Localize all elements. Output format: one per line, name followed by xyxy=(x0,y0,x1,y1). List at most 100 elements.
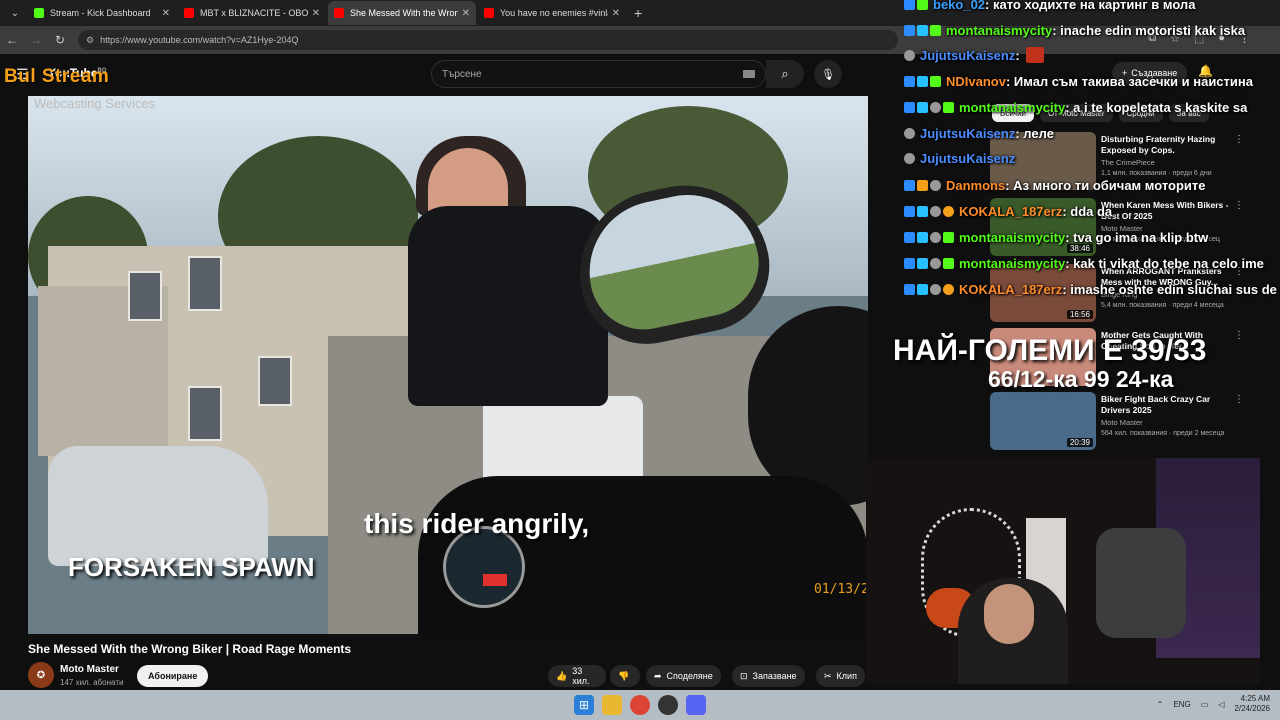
chat-text: : като ходихте на картинг в мола xyxy=(985,0,1196,12)
bookmark-icon: ⊡ xyxy=(740,670,748,681)
windows-start-icon[interactable]: ⊞ xyxy=(574,695,594,715)
video-player[interactable]: this rider angrily, FORSAKEN SPAWN 01/13… xyxy=(28,96,868,634)
badge-icon xyxy=(917,231,928,243)
share-button[interactable]: ➦ Споделяне xyxy=(646,665,721,687)
voice-search-button[interactable]: 🎙 xyxy=(814,60,842,88)
tab-oborot[interactable]: MBT x BLIZNACITE - OBOROT! ✕ xyxy=(178,1,326,25)
search-placeholder: Търсене xyxy=(442,68,482,80)
chrome-icon[interactable] xyxy=(630,695,650,715)
chat-message: JujutsuKaisenz : леле xyxy=(904,123,1054,143)
tab-vinland[interactable]: You have no enemies #vinland ✕ xyxy=(478,1,626,25)
close-icon[interactable]: ✕ xyxy=(312,8,320,19)
more-options-icon[interactable]: ⋮ xyxy=(1234,330,1244,341)
tray-chevron-icon[interactable]: ⌃ xyxy=(1157,700,1164,709)
chat-text: : Аз много ти обичам моторите xyxy=(1005,177,1206,193)
more-options-icon[interactable]: ⋮ xyxy=(1234,200,1244,211)
suggested-title[interactable]: Biker Fight Back Crazy Car Drivers 2025 xyxy=(1101,394,1231,416)
youtube-icon xyxy=(184,8,194,18)
close-icon[interactable]: ✕ xyxy=(462,8,470,19)
chat-username: JujutsuKaisenz xyxy=(920,125,1016,141)
close-icon[interactable]: ✕ xyxy=(612,8,620,19)
clock[interactable]: 4:25 AM 2/24/2026 xyxy=(1234,694,1270,714)
badge-icon xyxy=(904,75,915,87)
tab-current-video[interactable]: She Messed With the Wrong Bi ✕ xyxy=(328,1,476,25)
more-options-icon[interactable]: ⋮ xyxy=(1234,394,1244,405)
tab-title: She Messed With the Wrong Bi xyxy=(350,8,458,18)
like-button[interactable]: 👍 33 хил. xyxy=(548,665,606,687)
video-duration: 16:56 xyxy=(1066,310,1093,319)
clip-button[interactable]: ✂ Клип xyxy=(816,665,865,687)
volume-icon[interactable]: ◁ xyxy=(1218,700,1224,709)
dislike-button[interactable]: 👎 xyxy=(610,665,640,687)
discord-icon[interactable] xyxy=(686,695,706,715)
clock-time: 4:25 AM xyxy=(1240,694,1270,703)
suggested-title[interactable]: When Karen Mess With Bikers - Best Of 20… xyxy=(1101,200,1231,222)
tab-search-icon[interactable]: ⌄ xyxy=(4,3,26,23)
obs-icon[interactable] xyxy=(658,695,678,715)
suggested-channel[interactable]: Moto Master xyxy=(1101,418,1143,427)
emote-icon xyxy=(1025,47,1044,63)
save-button[interactable]: ⊡ Запазване xyxy=(732,665,805,687)
badge-icon xyxy=(917,257,928,269)
suggested-channel[interactable]: The CrimePiece xyxy=(1101,158,1155,167)
suggested-video[interactable]: 20:39 Biker Fight Back Crazy Car Drivers… xyxy=(990,392,1280,450)
bulstream-watermark: Bul Stream xyxy=(4,66,110,87)
badge-icon xyxy=(930,179,941,191)
chat-message: KOKALA_187erz : dda da xyxy=(904,201,1112,221)
clock-date: 2/24/2026 xyxy=(1234,704,1270,713)
reload-icon[interactable]: ↻ xyxy=(48,33,72,47)
chat-message: NDIvanov : Имал съм такива засечки и наи… xyxy=(904,71,1253,91)
chat-text: : inache edin motoristi kak iska xyxy=(1052,22,1246,38)
language-indicator[interactable]: ENG xyxy=(1173,700,1190,709)
network-icon[interactable]: ▭ xyxy=(1201,700,1209,709)
video-woman-body xyxy=(408,206,608,406)
new-tab-button[interactable]: + xyxy=(634,5,642,21)
badge-icon xyxy=(930,24,941,36)
chat-username: KOKALA_187erz xyxy=(959,281,1063,297)
video-duration: 20:39 xyxy=(1066,438,1093,447)
badge-icon xyxy=(930,205,941,217)
search-input[interactable]: Търсене xyxy=(431,60,766,88)
windows-taskbar: ⊞ ⌃ ENG ▭ ◁ 4:25 AM 2/24/2026 xyxy=(0,690,1280,720)
video-title: She Messed With the Wrong Biker | Road R… xyxy=(28,642,352,656)
house-window xyxy=(188,256,222,311)
badge-icon xyxy=(917,179,928,191)
video-thumbnail[interactable]: 20:39 xyxy=(990,392,1096,450)
keyboard-icon[interactable] xyxy=(743,70,755,78)
url-field[interactable]: ⚙ https://www.youtube.com/watch?v=AZ1Hye… xyxy=(78,30,898,50)
chat-message: beko_02 : като ходихте на картинг в мола xyxy=(904,0,1195,14)
kick-icon xyxy=(34,8,44,18)
chat-message: montanaismycity : tva go ima na klip btw xyxy=(904,227,1208,247)
forward-icon[interactable]: → xyxy=(24,33,48,47)
file-explorer-icon[interactable] xyxy=(602,695,622,715)
chat-username: JujutsuKaisenz xyxy=(920,47,1016,63)
search-button[interactable]: ⌕ xyxy=(766,60,804,88)
house-window xyxy=(128,271,162,321)
badge-icon xyxy=(917,75,928,87)
video-gauge-light xyxy=(483,574,507,586)
suggested-title[interactable]: Disturbing Fraternity Hazing Exposed by … xyxy=(1101,134,1231,156)
chat-message: montanaismycity : kak ti vikat do tebe n… xyxy=(904,253,1264,273)
site-info-icon[interactable]: ⚙ xyxy=(86,35,94,46)
badge-icon xyxy=(904,231,915,243)
suggested-meta: 5,4 млн. показвания · преди 4 месеца xyxy=(1101,302,1224,309)
channel-avatar[interactable]: ✪ xyxy=(28,662,54,688)
channel-name[interactable]: Moto Master xyxy=(60,664,119,675)
chat-text: : dda da xyxy=(1062,203,1113,219)
back-icon[interactable]: ← xyxy=(0,33,24,47)
subscribe-button[interactable]: Абониране xyxy=(137,665,209,687)
tab-title: MBT x BLIZNACITE - OBOROT! xyxy=(200,8,308,18)
tab-kick-dashboard[interactable]: Stream - Kick Dashboard ✕ xyxy=(28,1,176,25)
like-count: 33 хил. xyxy=(572,666,590,686)
more-options-icon[interactable]: ⋮ xyxy=(1234,134,1244,145)
suggested-meta: 564 хил. показвания · преди 2 месеца xyxy=(1101,430,1225,437)
chat-message: JujutsuKaisenz : xyxy=(904,45,1046,65)
badge-icon xyxy=(930,101,941,113)
badge-icon xyxy=(904,283,915,295)
badge-icon xyxy=(943,205,954,217)
chat-message: montanaismycity : inache edin motoristi … xyxy=(904,20,1245,40)
close-icon[interactable]: ✕ xyxy=(162,8,170,19)
webcam-streamer-face xyxy=(984,584,1034,644)
badge-icon xyxy=(943,231,954,243)
taskbar-apps: ⊞ xyxy=(574,695,706,715)
